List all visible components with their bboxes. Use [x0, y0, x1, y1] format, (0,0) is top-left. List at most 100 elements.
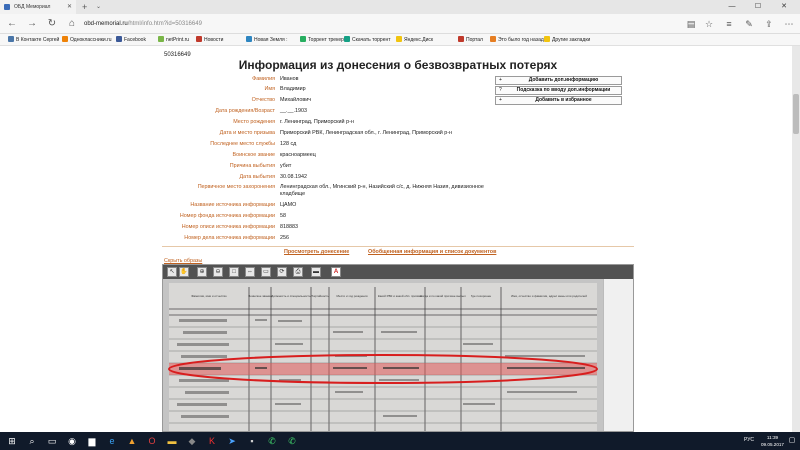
bookmark-item[interactable]: Портал — [458, 34, 483, 46]
app-green-icon[interactable]: ✆ — [286, 435, 298, 447]
bookmark-item[interactable]: Новости — [196, 34, 223, 46]
input-hint-button[interactable]: ? Подсказка по вводу доп.информации — [495, 86, 622, 95]
home-icon[interactable]: ⌂ — [64, 16, 80, 32]
new-tab-button[interactable]: + — [82, 0, 87, 14]
edge-browser-icon[interactable]: e — [106, 435, 118, 447]
maximize-button[interactable]: ☐ — [746, 0, 770, 14]
bookmark-item[interactable]: netPrint.ru — [158, 34, 189, 46]
windows-taskbar: ⊞ ⌕ ▭ ◉ ▆ e ▲ O ▬ ◆ K ➤ ▪ ✆ ✆ РУС 11:39 … — [0, 432, 800, 450]
page-scrollbar-thumb[interactable] — [793, 94, 799, 134]
more-menu-icon[interactable]: ⋯ — [782, 17, 796, 31]
close-window-button[interactable]: ✕ — [772, 0, 796, 14]
field-value: Михайлович — [280, 97, 312, 103]
field-label: Дата выбытия — [239, 174, 275, 180]
field-value: красноармеец — [280, 152, 316, 158]
tab-strip: ОБД Мемориал ✕ + ⌄ — ☐ ✕ — [0, 0, 800, 14]
notes-icon[interactable]: ✎ — [742, 17, 756, 31]
document-viewer: ↖ ✋ ⊕ ⊖ □ ⇔ ▭ ⟳ ⎙ ▬ A Фамилия, имя и отч… — [162, 264, 634, 432]
web-page: 50316649 Информация из донесения о безво… — [0, 46, 792, 432]
rotate-icon[interactable]: ⟳ — [277, 267, 287, 277]
actual-size-icon[interactable]: □ — [229, 267, 239, 277]
field-label: Место рождения — [233, 119, 275, 125]
bookmark-item[interactable]: Facebook — [116, 34, 146, 46]
search-icon[interactable]: ⌕ — [26, 435, 38, 447]
print-icon[interactable]: ⎙ — [293, 267, 303, 277]
select-tool-icon[interactable]: ↖ — [167, 267, 177, 277]
tab-preview-chevron-icon[interactable]: ⌄ — [96, 0, 101, 14]
bookmark-item[interactable]: Торрент трекер — [300, 34, 344, 46]
vlc-icon[interactable]: ▲ — [126, 435, 138, 447]
bookmark-label: Торрент трекер — [308, 37, 344, 43]
share-icon[interactable]: ⇪ — [762, 17, 776, 31]
pdf-export-icon[interactable]: A — [331, 267, 341, 277]
site-favicon-icon — [4, 4, 10, 10]
back-arrow-icon[interactable]: ← — [4, 16, 20, 32]
bookmark-item[interactable]: Это было год назад — [490, 34, 544, 46]
telegram-icon[interactable]: ➤ — [226, 435, 238, 447]
zoom-in-icon[interactable]: ⊕ — [197, 267, 207, 277]
tab-obd-memorial[interactable]: ОБД Мемориал ✕ — [0, 0, 76, 14]
fit-width-icon[interactable]: ⇔ — [245, 267, 255, 277]
url-host: obd-memorial.ru — [84, 21, 128, 27]
reading-view-icon[interactable]: ▤ — [684, 17, 698, 31]
field-value: 58 — [280, 213, 286, 219]
browser-window: ОБД Мемориал ✕ + ⌄ — ☐ ✕ ← → ↻ ⌂ obd-mem… — [0, 0, 800, 432]
hub-icon[interactable]: ≡ — [722, 17, 736, 31]
field-value: Приморский РВК, Ленинградская обл., г. Л… — [280, 130, 452, 136]
viewer-scrollbar[interactable] — [603, 279, 633, 431]
bookmark-favicon-icon — [458, 36, 464, 42]
save-icon[interactable]: ▬ — [311, 267, 321, 277]
bookmark-item[interactable]: Другие закладки — [544, 34, 590, 46]
bookmark-favicon-icon — [116, 36, 122, 42]
whatsapp-icon[interactable]: ✆ — [266, 435, 278, 447]
app-square-icon[interactable]: ▪ — [246, 435, 258, 447]
bookmark-item[interactable]: Новая Земля : — [246, 34, 288, 46]
field-value: убит — [280, 163, 292, 169]
app-k-icon[interactable]: K — [206, 435, 218, 447]
field-label: Воинское звание — [232, 152, 275, 158]
opera-icon[interactable]: O — [146, 435, 158, 447]
bookmark-label: Портал — [466, 37, 483, 43]
forward-arrow-icon[interactable]: → — [24, 16, 40, 32]
page-scrollbar[interactable] — [792, 46, 800, 432]
field-label: Название источника информации — [190, 202, 275, 208]
fit-page-icon[interactable]: ▭ — [261, 267, 271, 277]
bookmarks-bar: В Контакте Сергей Одноклассники.ru Faceboo… — [0, 34, 800, 46]
start-windows-icon[interactable]: ⊞ — [6, 435, 18, 447]
refresh-icon[interactable]: ↻ — [44, 16, 60, 32]
bookmark-item[interactable]: В Контакте Сергей — [8, 34, 59, 46]
url-field[interactable]: obd-memorial.ru/html/info.htm?id=5031664… — [84, 18, 644, 30]
close-tab-icon[interactable]: ✕ — [67, 0, 72, 14]
bookmark-label: Яндекс.Диск — [404, 37, 434, 43]
app-icon[interactable]: ◆ — [186, 435, 198, 447]
url-path: /html/info.htm?id=50316649 — [127, 21, 202, 27]
question-icon: ? — [499, 87, 502, 93]
scan-column-header: Место и год рождения — [337, 294, 368, 298]
add-favorite-button[interactable]: + Добавить в избранное — [495, 96, 622, 105]
zoom-out-icon[interactable]: ⊖ — [213, 267, 223, 277]
task-view-icon[interactable]: ▭ — [46, 435, 58, 447]
language-indicator[interactable]: РУС — [744, 437, 754, 443]
user-icon[interactable]: ◉ — [66, 435, 78, 447]
favorite-star-icon[interactable]: ☆ — [702, 17, 716, 31]
folder-icon[interactable]: ▬ — [166, 435, 178, 447]
minimize-button[interactable]: — — [720, 0, 744, 14]
field-label: Имя — [264, 86, 276, 92]
view-report-link[interactable]: Просмотреть донесение — [284, 249, 349, 255]
system-clock[interactable]: 11:39 09.05.2017 — [761, 434, 784, 448]
summary-link[interactable]: Обобщенная информация и список документо… — [368, 249, 496, 255]
file-explorer-icon[interactable]: ▆ — [86, 435, 98, 447]
scanned-document-image[interactable]: Фамилия, имя и отчество Воинское звание До… — [163, 279, 603, 431]
bookmark-item[interactable]: Скачать торрент — [344, 34, 391, 46]
bookmark-label: Новости — [204, 37, 224, 43]
bookmark-label: В Контакте Сергей — [16, 37, 60, 43]
pan-tool-icon[interactable]: ✋ — [179, 267, 189, 277]
bookmark-favicon-icon — [490, 36, 496, 42]
add-info-button[interactable]: + Добавить доп.информацию — [495, 76, 622, 85]
record-links: Просмотреть донесение Обобщенная информа… — [162, 246, 634, 256]
notifications-icon[interactable]: ▢ — [786, 435, 798, 447]
bookmark-item[interactable]: Яндекс.Диск — [396, 34, 433, 46]
bookmark-item[interactable]: Одноклассники.ru — [62, 34, 112, 46]
field-label: Последнее место службы — [210, 141, 275, 147]
bookmark-favicon-icon — [300, 36, 306, 42]
